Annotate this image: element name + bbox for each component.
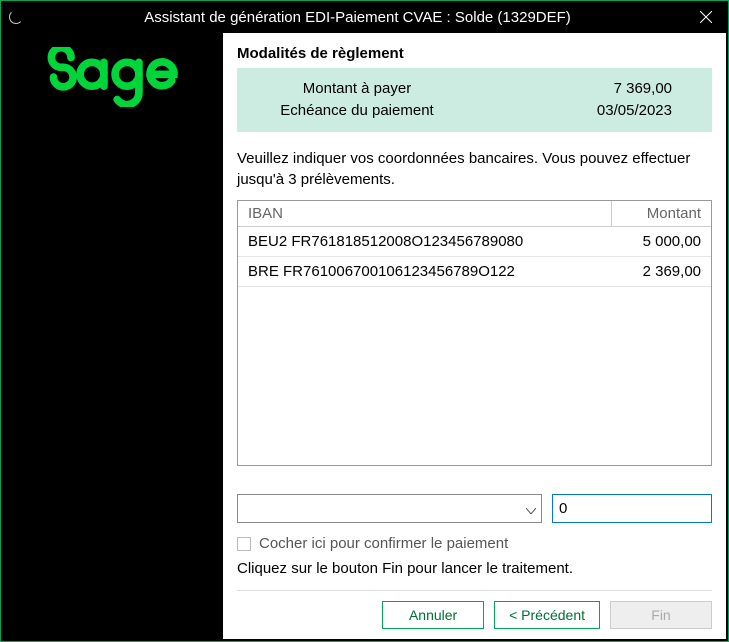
close-icon	[700, 11, 712, 23]
iban-combo[interactable]	[237, 494, 542, 523]
summary-amount-row: Montant à payer 7 369,00	[257, 78, 672, 100]
button-bar: Annuler < Précédent Fin	[237, 590, 712, 629]
cell-montant: 5 000,00	[612, 227, 711, 257]
sidebar	[3, 33, 223, 639]
summary-duedate-row: Echéance du paiement 03/05/2023	[257, 100, 672, 122]
cancel-button[interactable]: Annuler	[382, 601, 484, 629]
confirm-checkbox-row[interactable]: Cocher ici pour confirmer le paiement	[237, 535, 712, 552]
instructions-text: Veuillez indiquer vos coordonnées bancai…	[237, 148, 712, 190]
duedate-label: Echéance du paiement	[257, 100, 457, 122]
confirm-checkbox[interactable]	[237, 537, 251, 551]
header-montant: Montant	[612, 201, 711, 227]
confirm-checkbox-label: Cocher ici pour confirmer le paiement	[259, 535, 508, 552]
wizard-window: Assistant de génération EDI-Paiement CVA…	[0, 0, 729, 642]
duedate-value: 03/05/2023	[457, 100, 672, 122]
window-title: Assistant de génération EDI-Paiement CVA…	[31, 9, 684, 26]
section-title: Modalités de règlement	[237, 45, 712, 62]
input-row	[237, 494, 712, 523]
amount-input[interactable]	[552, 494, 712, 523]
iban-combo-input[interactable]	[237, 494, 542, 523]
table-row[interactable]: BEU2 FR761818512008O123456789080 5 000,0…	[238, 227, 711, 257]
table-row[interactable]: BRE FR761006700106123456789O122 2 369,00	[238, 257, 711, 287]
finish-button: Fin	[610, 601, 712, 629]
header-iban: IBAN	[238, 201, 612, 227]
iban-table[interactable]: IBAN Montant BEU2 FR761818512008O1234567…	[237, 200, 712, 466]
main-content: Modalités de règlement Montant à payer 7…	[223, 33, 726, 639]
cell-iban: BRE FR761006700106123456789O122	[238, 257, 612, 287]
final-instruction: Cliquez sur le bouton Fin pour lancer le…	[237, 560, 712, 577]
amount-value: 7 369,00	[457, 78, 672, 100]
cell-iban: BEU2 FR761818512008O123456789080	[238, 227, 612, 257]
close-button[interactable]	[684, 1, 728, 33]
amount-label: Montant à payer	[257, 78, 457, 100]
window-body: Modalités de règlement Montant à payer 7…	[1, 33, 728, 641]
previous-button[interactable]: < Précédent	[494, 601, 600, 629]
table-header-row: IBAN Montant	[238, 201, 711, 227]
titlebar: Assistant de génération EDI-Paiement CVA…	[1, 1, 728, 33]
app-icon	[9, 10, 23, 24]
sage-logo	[43, 47, 183, 107]
spacer	[237, 466, 712, 494]
payment-summary: Montant à payer 7 369,00 Echéance du pai…	[237, 68, 712, 132]
cell-montant: 2 369,00	[612, 257, 711, 287]
